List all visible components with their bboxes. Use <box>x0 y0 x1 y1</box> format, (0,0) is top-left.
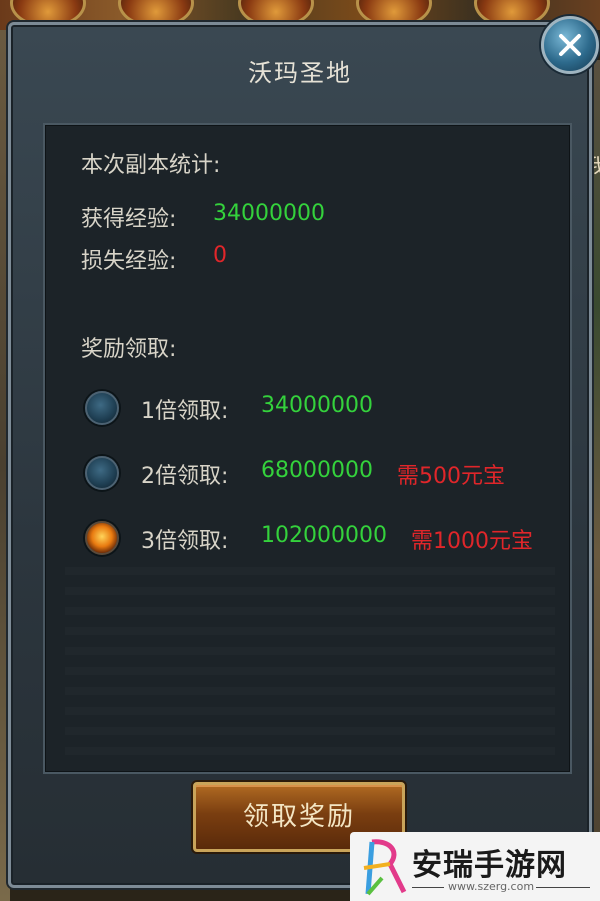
option-2x-label: 2倍领取: <box>141 464 229 489</box>
option-2x-cost: 需500元宝 <box>397 464 505 489</box>
watermark-url: www.szerg.com <box>448 880 535 893</box>
lost-exp-label: 损失经验: <box>81 249 177 274</box>
stats-area: 本次副本统计: 获得经验: 34000000 损失经验: 0 奖励领取: 1倍领… <box>43 123 572 774</box>
option-1x-value: 34000000 <box>261 393 373 418</box>
reward-panel: 沃玛圣地 本次副本统计: 获得经验: 34000000 损失经验: 0 奖励领取… <box>8 22 592 888</box>
panel-title: 沃玛圣地 <box>248 59 352 87</box>
option-2x-value: 68000000 <box>261 458 373 483</box>
radio-1x[interactable] <box>85 391 119 425</box>
radio-3x[interactable] <box>85 521 119 555</box>
watermark-rule <box>412 887 444 888</box>
option-1x-label: 1倍领取: <box>141 399 229 424</box>
radio-2x[interactable] <box>85 456 119 490</box>
gained-exp-label: 获得经验: <box>81 207 177 232</box>
option-3x-label: 3倍领取: <box>141 529 229 554</box>
option-3x-cost: 需1000元宝 <box>411 529 533 554</box>
watermark: 安瑞手游网 www.szerg.com <box>350 832 600 901</box>
watermark-name: 安瑞手游网 <box>412 848 567 883</box>
stats-heading: 本次副本统计: <box>81 153 221 178</box>
gained-exp-value: 34000000 <box>213 201 325 226</box>
logo-icon <box>363 839 407 896</box>
panel-texture <box>65 565 555 755</box>
option-3x-value: 102000000 <box>261 523 387 548</box>
watermark-rule <box>536 887 590 888</box>
lost-exp-value: 0 <box>213 243 227 268</box>
close-icon <box>559 34 581 56</box>
reward-heading: 奖励领取: <box>81 337 177 362</box>
close-button[interactable] <box>541 16 599 74</box>
